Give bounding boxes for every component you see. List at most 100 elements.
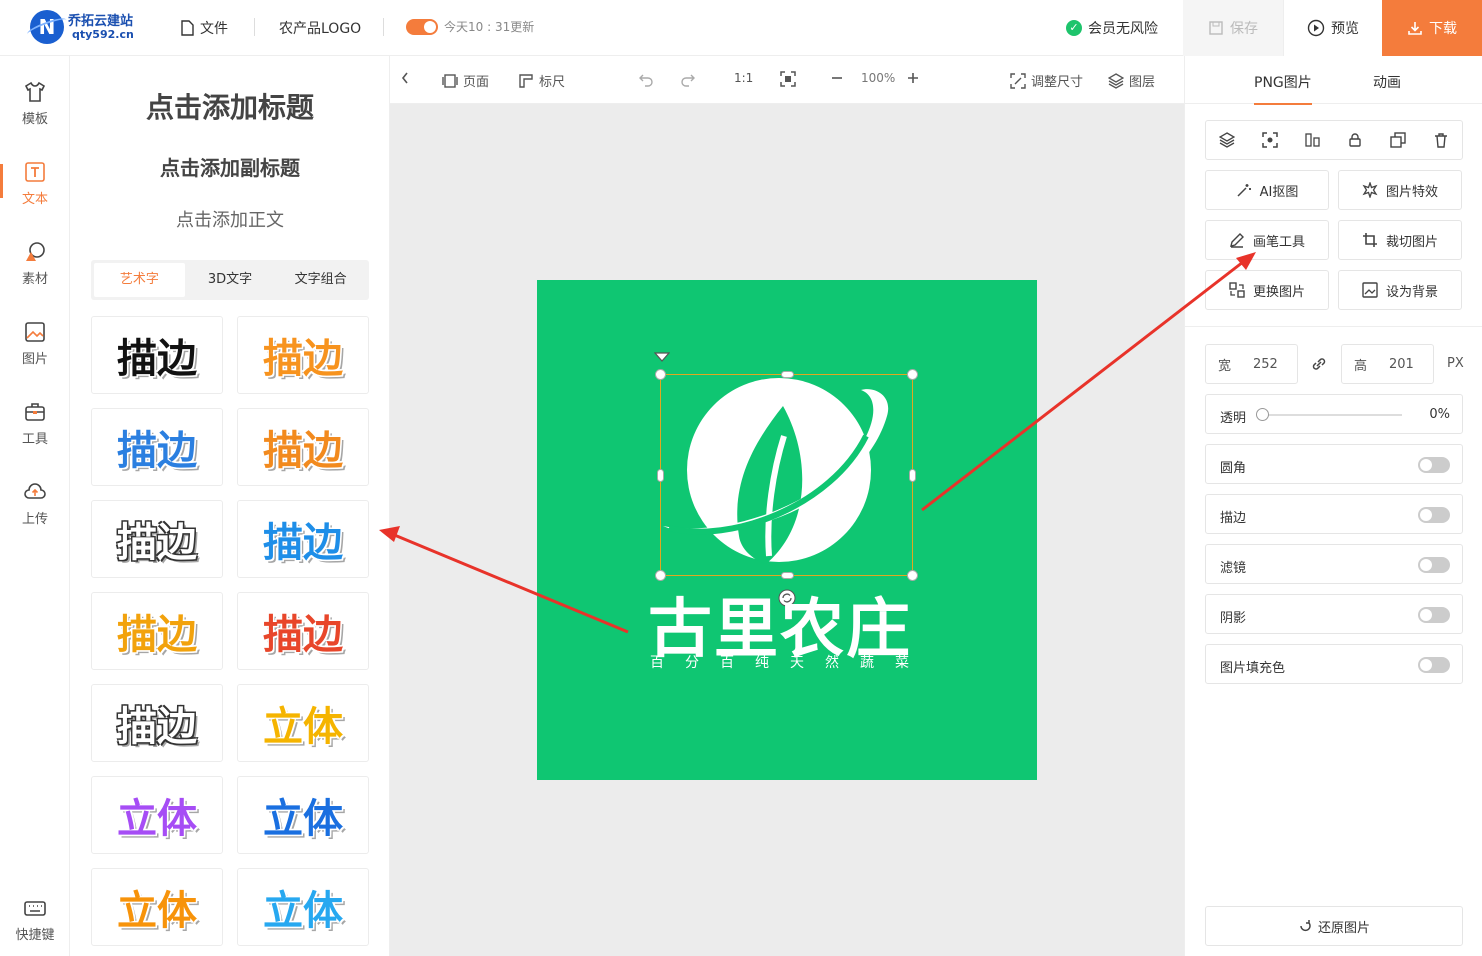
set-background-label: 设为背景 [1385, 284, 1438, 300]
add-subtitle-button[interactable]: 点击添加副标题 [70, 152, 390, 181]
nav-templates[interactable]: 模板 [0, 66, 70, 136]
selection-box[interactable] [660, 374, 913, 576]
fit-screen-button[interactable] [780, 71, 796, 87]
align-icon[interactable] [1304, 132, 1321, 148]
layers-button[interactable]: 图层 [1108, 71, 1155, 90]
art-text-sample[interactable]: 描边 [237, 500, 369, 578]
undo-icon [639, 74, 653, 87]
art-text-sample[interactable]: 描边 [91, 592, 223, 670]
image-effects-button[interactable]: 图片特效 [1338, 170, 1462, 210]
art-text-sample[interactable]: 立体 [237, 684, 369, 762]
image-effects-label: 图片特效 [1385, 184, 1438, 200]
crop-image-button[interactable]: 裁切图片 [1338, 220, 1462, 260]
nav-upload[interactable]: 上传 [0, 466, 70, 536]
resize-handle[interactable] [655, 369, 666, 380]
art-text-sample[interactable]: 立体 [237, 868, 369, 946]
art-text-sample[interactable]: 立体 [91, 776, 223, 854]
zoom-in-button[interactable] [906, 71, 920, 85]
member-badge[interactable]: ✓ 会员无风险 [1066, 18, 1158, 38]
width-field[interactable]: 宽 252 [1205, 344, 1298, 384]
resize-handle[interactable] [657, 469, 664, 482]
set-background-button[interactable]: 设为背景 [1338, 270, 1462, 310]
brand-logo[interactable]: N 乔拓云建站 qty592.cn [30, 8, 140, 48]
text-style-tabs: 艺术字 3D文字 文字组合 [91, 260, 369, 300]
element-menu-icon[interactable] [654, 351, 670, 363]
art-text-sample[interactable]: 描边 [91, 684, 223, 762]
opacity-slider-thumb[interactable] [1256, 408, 1269, 421]
nav-images[interactable]: 图片 [0, 306, 70, 376]
properties-tabs: PNG图片 动画 [1185, 56, 1482, 105]
ratio-button[interactable]: 1:1 [734, 71, 753, 85]
replace-image-button[interactable]: 更换图片 [1205, 270, 1329, 310]
fill-color-toggle[interactable] [1418, 657, 1450, 673]
duplicate-icon[interactable] [1390, 132, 1406, 148]
height-field[interactable]: 高 201 [1341, 344, 1434, 384]
zoom-level[interactable]: 100% [861, 71, 895, 85]
zoom-out-button[interactable] [830, 71, 844, 85]
resize-handle[interactable] [781, 371, 794, 378]
tab-animation[interactable]: 动画 [1373, 72, 1401, 92]
file-menu[interactable]: 文件 [180, 18, 228, 38]
ai-cutout-button[interactable]: AI抠图 [1205, 170, 1329, 210]
save-button[interactable]: 保存 [1183, 0, 1283, 56]
tab-png-image[interactable]: PNG图片 [1254, 72, 1312, 105]
add-title-button[interactable]: 点击添加标题 [70, 86, 390, 126]
toolbox-icon [25, 403, 45, 421]
project-name[interactable]: 农产品LOGO [279, 18, 361, 38]
focus-icon[interactable] [1262, 132, 1278, 148]
art-text-sample[interactable]: 描边 [91, 500, 223, 578]
art-text-sample-label: 描边 [263, 520, 343, 566]
layer-order-icon[interactable] [1219, 132, 1236, 148]
add-body-button[interactable]: 点击添加正文 [70, 206, 390, 232]
brush-tool-button[interactable]: 画笔工具 [1205, 220, 1329, 260]
download-button[interactable]: 下载 [1382, 0, 1482, 56]
resize-handle[interactable] [909, 469, 916, 482]
art-text-sample[interactable]: 立体 [237, 776, 369, 854]
collapse-panel-button[interactable] [400, 71, 410, 85]
unit-label: PX [1447, 356, 1464, 371]
art-text-sample[interactable]: 描边 [237, 592, 369, 670]
nav-tools[interactable]: 工具 [0, 386, 70, 456]
redo-button[interactable] [680, 71, 696, 87]
undo-button[interactable] [638, 71, 654, 87]
tab-art-text[interactable]: 艺术字 [94, 263, 185, 297]
slogan-text[interactable]: 百分百纯天然蔬菜 [650, 652, 930, 672]
resize-handle[interactable] [907, 369, 918, 380]
width-value[interactable]: 252 [1253, 357, 1278, 372]
cloud-upload-icon [24, 483, 46, 499]
page-button[interactable]: 页面 [442, 71, 489, 90]
autosave-switch[interactable] [406, 18, 438, 35]
height-value[interactable]: 201 [1389, 357, 1414, 372]
nav-shortcuts[interactable]: 快捷键 [0, 882, 70, 952]
tab-text-combo[interactable]: 文字组合 [275, 263, 366, 297]
resize-button[interactable]: 调整尺寸 [1010, 71, 1083, 90]
restore-image-button[interactable]: 还原图片 [1205, 906, 1463, 946]
stroke-toggle[interactable] [1418, 507, 1450, 523]
autosave-toggle[interactable]: 今天10 : 31更新 [406, 18, 534, 35]
restore-image-label: 还原图片 [1317, 920, 1370, 936]
nav-label: 快捷键 [15, 928, 55, 943]
art-text-sample[interactable]: 描边 [91, 408, 223, 486]
nav-label: 工具 [21, 432, 48, 447]
divider [1185, 326, 1482, 327]
opacity-slider[interactable] [1262, 414, 1402, 416]
art-text-sample-label: 立体 [263, 704, 343, 750]
ruler-button[interactable]: 标尺 [518, 71, 565, 90]
chevron-left-icon [401, 72, 408, 84]
art-text-sample[interactable]: 立体 [91, 868, 223, 946]
art-text-sample[interactable]: 描边 [91, 316, 223, 394]
art-text-sample[interactable]: 描边 [237, 316, 369, 394]
filter-toggle[interactable] [1418, 557, 1450, 573]
crop-image-label: 裁切图片 [1385, 234, 1438, 250]
tab-3d-text[interactable]: 3D文字 [185, 263, 276, 297]
corner-radius-toggle[interactable] [1418, 457, 1450, 473]
preview-button[interactable]: 预览 [1283, 0, 1382, 56]
shadow-toggle[interactable] [1418, 607, 1450, 623]
member-text: 会员无风险 [1088, 21, 1158, 37]
nav-text[interactable]: 文本 [0, 146, 70, 216]
lock-icon[interactable] [1347, 132, 1363, 148]
art-text-sample[interactable]: 描边 [237, 408, 369, 486]
nav-elements[interactable]: 素材 [0, 226, 70, 296]
link-icon[interactable] [1310, 355, 1328, 373]
delete-icon[interactable] [1433, 132, 1449, 148]
